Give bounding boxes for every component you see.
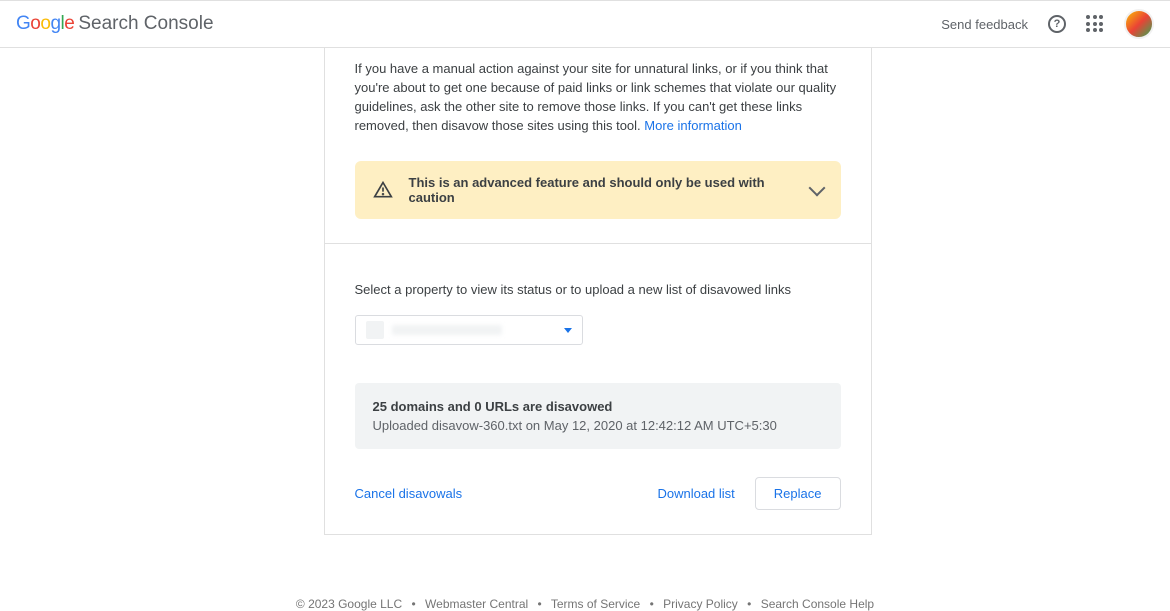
warning-text: This is an advanced feature and should o… (409, 175, 795, 205)
select-property-label: Select a property to view its status or … (355, 282, 841, 297)
footer-link-help[interactable]: Search Console Help (761, 597, 874, 611)
avatar[interactable] (1124, 9, 1154, 39)
header-bar: Google Search Console Send feedback ? (0, 0, 1170, 48)
warning-triangle-icon (373, 180, 393, 200)
caret-down-icon (564, 328, 572, 333)
property-favicon (366, 321, 384, 339)
send-feedback-link[interactable]: Send feedback (941, 17, 1028, 32)
copyright: © 2023 Google LLC (296, 597, 402, 611)
apps-grid-icon[interactable] (1086, 15, 1104, 33)
cancel-disavowals-button[interactable]: Cancel disavowals (355, 486, 463, 501)
intro-body: If you have a manual action against your… (355, 61, 837, 133)
property-select-dropdown[interactable] (355, 315, 583, 345)
google-logo: Google (16, 13, 74, 35)
replace-button[interactable]: Replace (755, 477, 841, 510)
download-list-button[interactable]: Download list (657, 486, 734, 501)
footer-link-privacy[interactable]: Privacy Policy (663, 597, 738, 611)
disavow-status-box: 25 domains and 0 URLs are disavowed Uplo… (355, 383, 841, 449)
footer-link-terms[interactable]: Terms of Service (551, 597, 640, 611)
warning-banner[interactable]: This is an advanced feature and should o… (355, 161, 841, 219)
footer: © 2023 Google LLC • Webmaster Central • … (0, 597, 1170, 611)
help-icon[interactable]: ? (1048, 15, 1066, 33)
chevron-down-icon[interactable] (808, 180, 825, 197)
logo[interactable]: Google Search Console (16, 13, 214, 35)
property-name-redacted (392, 325, 502, 335)
intro-text: If you have a manual action against your… (355, 60, 841, 135)
footer-link-webmaster[interactable]: Webmaster Central (425, 597, 528, 611)
logo-suffix: Search Console (78, 13, 213, 35)
main-card: If you have a manual action against your… (324, 48, 872, 535)
status-title: 25 domains and 0 URLs are disavowed (373, 399, 823, 414)
more-info-link[interactable]: More information (644, 118, 742, 133)
status-subtitle: Uploaded disavow-360.txt on May 12, 2020… (373, 418, 823, 433)
